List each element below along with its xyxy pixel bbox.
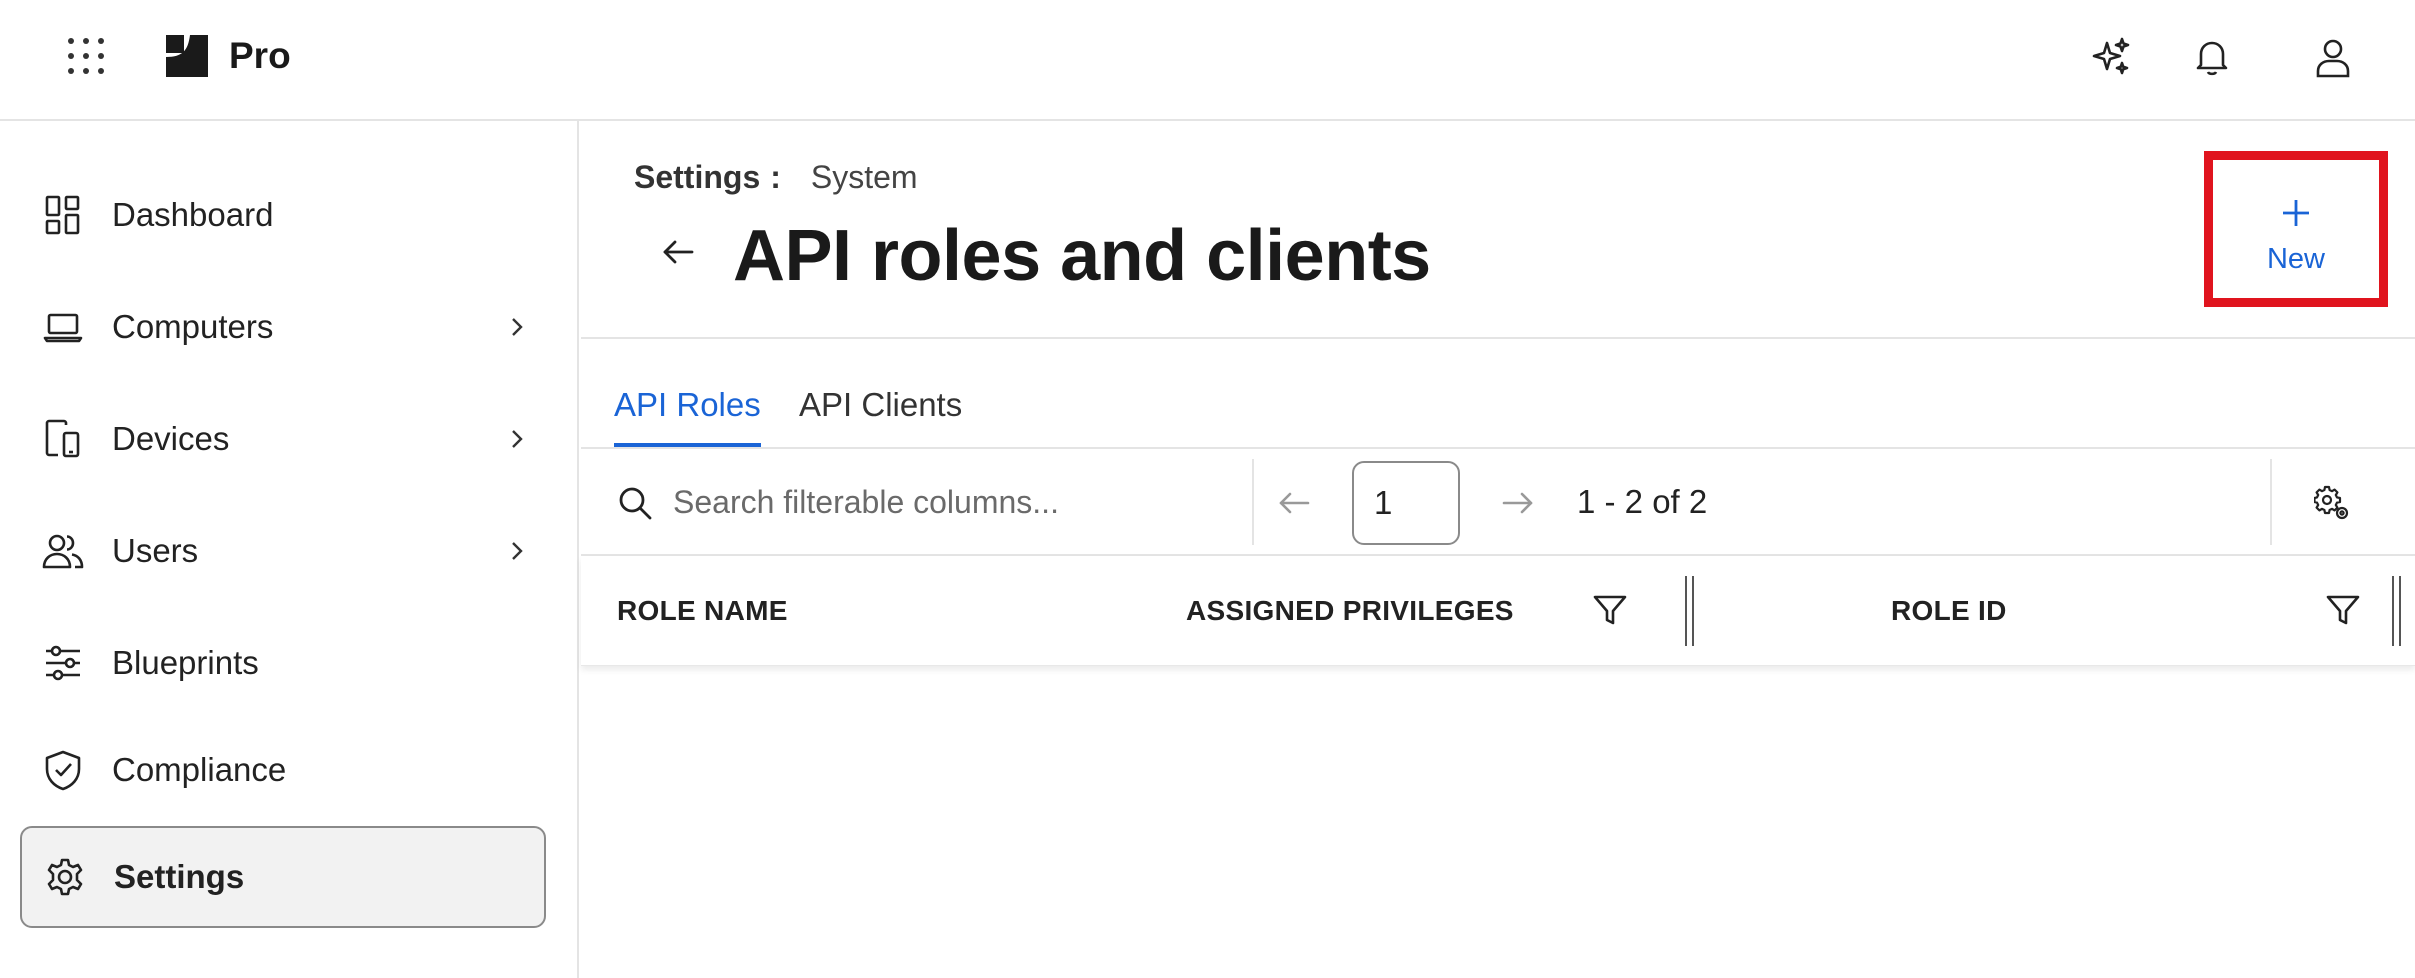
sidebar-item-dashboard[interactable]: Dashboard	[20, 164, 546, 266]
toolbar-divider	[2270, 459, 2272, 545]
table-header-row: ROLE NAME ASSIGNED PRIVILEGES ROLE ID	[581, 556, 2415, 666]
breadcrumb: Settings : System	[634, 157, 918, 197]
filter-icon[interactable]	[1592, 592, 1628, 628]
sidebar-item-devices[interactable]: Devices	[20, 388, 546, 490]
sidebar-item-label: Settings	[114, 858, 245, 895]
sidebar-item-users[interactable]: Users	[20, 500, 546, 602]
breadcrumb-separator: :	[770, 159, 781, 195]
sidebar-item-label: Compliance	[112, 751, 287, 788]
page-range: 1 - 2 of 2	[1577, 483, 1708, 520]
logo-icon[interactable]	[162, 31, 212, 81]
dashboard-icon	[42, 194, 84, 236]
chevron-right-icon	[504, 538, 530, 564]
column-header-role-name[interactable]: ROLE NAME	[617, 594, 788, 628]
column-resize-handle[interactable]	[2390, 576, 2404, 646]
tab-api-clients[interactable]: API Clients	[799, 385, 962, 443]
sidebar-item-compliance[interactable]: Compliance	[20, 719, 546, 821]
toolbar-divider	[1252, 459, 1254, 545]
column-resize-handle[interactable]	[1683, 576, 1697, 646]
search-icon	[617, 485, 653, 521]
gear-icon	[44, 856, 86, 898]
new-button[interactable]: New	[2204, 151, 2388, 307]
back-button[interactable]	[653, 227, 703, 277]
sidebar-item-blueprints[interactable]: Blueprints	[20, 612, 546, 714]
laptop-icon	[42, 306, 84, 348]
search-input[interactable]	[673, 475, 1213, 529]
arrow-left-icon	[663, 240, 694, 264]
sparkles-icon[interactable]	[2088, 34, 2134, 80]
prev-page-button[interactable]	[1274, 483, 1314, 523]
user-icon[interactable]	[2310, 34, 2356, 80]
arrow-left-icon	[1279, 492, 1310, 514]
sidebar: Dashboard Computers Devices Users Bluepr…	[0, 121, 579, 978]
column-header-assigned-privileges[interactable]: ASSIGNED PRIVILEGES	[1186, 594, 1514, 628]
sidebar-item-label: Dashboard	[112, 196, 274, 233]
filter-icon[interactable]	[2325, 592, 2361, 628]
users-icon	[42, 530, 84, 572]
gears-icon	[2314, 485, 2349, 520]
column-header-role-id[interactable]: ROLE ID	[1891, 594, 2007, 628]
arrow-right-icon	[1502, 492, 1533, 514]
main-content: Settings : System API roles and clients …	[581, 121, 2415, 978]
sidebar-item-label: Users	[112, 532, 199, 569]
tab-api-roles[interactable]: API Roles	[614, 385, 761, 447]
chevron-right-icon	[504, 314, 530, 340]
product-name: Pro	[229, 35, 291, 76]
breadcrumb-current[interactable]: System	[811, 157, 918, 197]
page-number-input[interactable]: 1	[1352, 461, 1460, 545]
sidebar-item-label: Blueprints	[112, 644, 259, 681]
page-header: Settings : System API roles and clients …	[581, 121, 2415, 339]
page-title: API roles and clients	[733, 216, 1431, 296]
sidebar-item-label: Devices	[112, 420, 230, 457]
shield-check-icon	[42, 749, 84, 791]
plus-icon	[2281, 198, 2311, 228]
sidebar-item-settings[interactable]: Settings	[20, 826, 546, 928]
breadcrumb-root[interactable]: Settings	[634, 157, 760, 197]
bell-icon[interactable]	[2189, 34, 2235, 80]
top-bar: Pro	[0, 0, 2415, 121]
devices-icon	[42, 418, 84, 460]
tab-bar: API Roles API Clients	[581, 339, 2415, 449]
next-page-button[interactable]	[1498, 483, 1538, 523]
sliders-icon	[42, 642, 84, 684]
apps-grid-icon[interactable]	[66, 36, 106, 76]
table-toolbar: 1 1 - 2 of 2	[581, 449, 2415, 556]
new-button-label: New	[2266, 243, 2325, 275]
sidebar-item-label: Computers	[112, 308, 274, 345]
sidebar-item-computers[interactable]: Computers	[20, 276, 546, 378]
column-settings-button[interactable]	[2312, 483, 2352, 523]
chevron-right-icon	[504, 426, 530, 452]
